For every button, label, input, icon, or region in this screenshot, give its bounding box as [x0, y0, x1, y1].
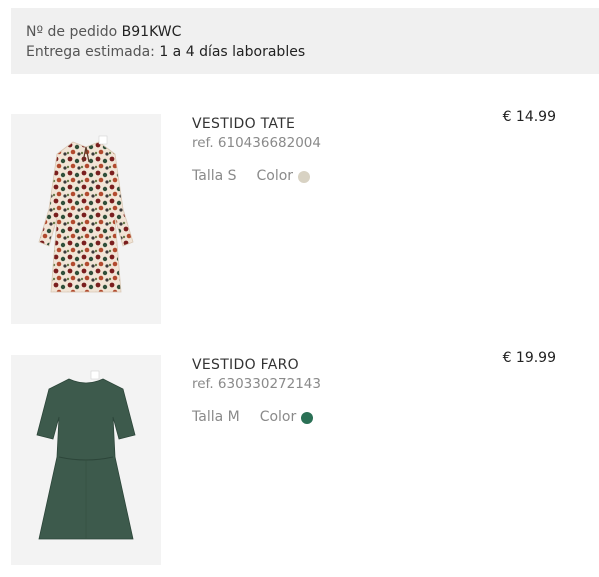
color-swatch	[301, 412, 314, 424]
delivery-estimate-value: 1 a 4 días laborables	[159, 44, 306, 60]
product-price: € 14.99	[502, 109, 556, 125]
order-summary-header: Nº de pedido B91KWC Entrega estimada: 1 …	[11, 8, 599, 74]
delivery-estimate-line: Entrega estimada: 1 a 4 días laborables	[26, 42, 599, 62]
order-item: VESTIDO FARO ref. 630330272143 Talla M C…	[11, 350, 591, 570]
product-color-label: Color	[256, 168, 294, 184]
product-color-label: Color	[259, 409, 297, 425]
product-size: Talla M	[192, 409, 240, 425]
product-image-faro[interactable]	[11, 355, 161, 565]
product-name[interactable]: VESTIDO FARO	[192, 357, 299, 373]
product-name[interactable]: VESTIDO TATE	[192, 116, 295, 132]
product-attributes: Talla M Color	[192, 409, 314, 425]
order-number-value: B91KWC	[121, 24, 182, 40]
product-size: Talla S	[192, 168, 237, 184]
order-number-line: Nº de pedido B91KWC	[26, 22, 599, 42]
color-swatch	[298, 171, 311, 183]
product-attributes: Talla S Color	[192, 168, 311, 184]
product-image-tate[interactable]	[11, 114, 161, 324]
order-number-label: Nº de pedido	[26, 24, 118, 40]
product-price: € 19.99	[502, 350, 556, 366]
order-item: VESTIDO TATE ref. 610436682004 Talla S C…	[11, 109, 591, 329]
floral-dress-image	[38, 135, 134, 293]
delivery-estimate-label: Entrega estimada:	[26, 44, 155, 60]
green-dress-image	[36, 370, 136, 540]
product-reference: ref. 610436682004	[192, 135, 321, 151]
product-reference: ref. 630330272143	[192, 376, 321, 392]
